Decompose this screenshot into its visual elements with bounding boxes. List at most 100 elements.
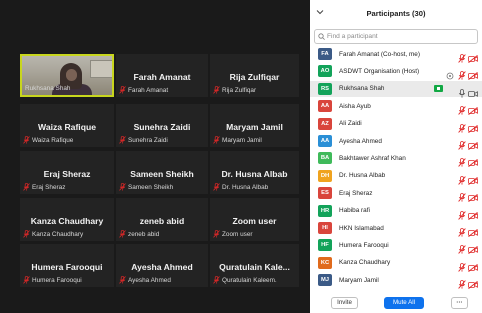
participant-name: Maryam Jamil bbox=[339, 276, 379, 284]
camera-off-icon[interactable] bbox=[468, 137, 478, 150]
camera-off-icon[interactable] bbox=[468, 120, 478, 133]
participant-row[interactable]: AZ Ali Zaidi bbox=[310, 116, 482, 133]
recording-icon bbox=[446, 67, 454, 80]
mic-muted-icon bbox=[119, 86, 126, 94]
tile-display-name: zeneb abid bbox=[139, 216, 185, 226]
video-tile[interactable]: Maryam Jamil Maryam Jamil bbox=[210, 104, 299, 147]
participant-name: Ayesha Ahmed bbox=[339, 137, 382, 145]
tile-name-text: Rija Zulfiqar bbox=[222, 86, 257, 94]
tile-name-label: Farah Amanat bbox=[119, 86, 206, 94]
mic-muted-icon bbox=[23, 230, 30, 238]
avatar: DH bbox=[318, 169, 332, 182]
video-tile[interactable]: Zoom user Zoom user bbox=[210, 198, 299, 241]
video-tile[interactable]: Sunehra Zaidi Sunehra Zaidi bbox=[116, 104, 208, 147]
camera-off-icon[interactable] bbox=[468, 172, 478, 185]
video-tile[interactable]: Dr. Husna Albab Dr. Husna Albab bbox=[210, 151, 299, 194]
participant-row[interactable]: RS Rukhsana Shah bbox=[310, 80, 482, 98]
avatar: AA bbox=[318, 100, 332, 113]
tile-name-label: zeneb abid bbox=[119, 230, 206, 238]
participants-title: Participants (30) bbox=[366, 9, 426, 18]
video-tile[interactable]: Farah Amanat Farah Amanat bbox=[116, 54, 208, 97]
video-tile[interactable]: Kanza Chaudhary Kanza Chaudhary bbox=[20, 198, 114, 241]
camera-off-icon[interactable] bbox=[468, 154, 478, 168]
camera-off-icon[interactable] bbox=[468, 259, 478, 272]
participant-row[interactable]: HI HKN Islamabad bbox=[310, 220, 482, 237]
mic-muted-icon[interactable] bbox=[458, 50, 466, 63]
tile-name-label: Rukhsana Shah bbox=[25, 85, 110, 92]
video-tile[interactable]: Rija Zulfiqar Rija Zulfiqar bbox=[210, 54, 299, 97]
mic-muted-icon bbox=[213, 136, 220, 144]
tile-name-text: Farah Amanat bbox=[128, 86, 169, 94]
tile-name-label: Eraj Sheraz bbox=[23, 183, 112, 191]
tile-name-text: Kanza Chaudhary bbox=[32, 230, 84, 238]
mic-muted-icon[interactable] bbox=[458, 276, 466, 289]
participant-row[interactable]: BA Bakhtawer Ashraf Khan bbox=[310, 150, 482, 168]
tile-name-label: Dr. Husna Albab bbox=[213, 183, 297, 191]
participant-row[interactable]: KC Kanza Chaudhary bbox=[310, 255, 482, 272]
mic-muted-icon bbox=[119, 230, 126, 238]
camera-off-icon[interactable] bbox=[468, 102, 478, 116]
participant-row[interactable]: AA Aisha Ayub bbox=[310, 98, 482, 116]
avatar: RS bbox=[318, 82, 332, 95]
tile-name-label: Waiza Rafique bbox=[23, 136, 112, 144]
tile-display-name: Sameen Sheikh bbox=[130, 169, 194, 179]
mic-icon[interactable] bbox=[458, 85, 466, 98]
tile-name-text: Rukhsana Shah bbox=[25, 85, 71, 92]
participants-panel: Participants (30) FA Farah Amanat (Co-hos… bbox=[310, 0, 482, 313]
participants-footer: Invite Mute All ··· bbox=[310, 292, 482, 313]
tile-name-label: Kanza Chaudhary bbox=[23, 230, 112, 238]
search-input[interactable] bbox=[327, 33, 472, 40]
camera-off-icon[interactable] bbox=[468, 50, 478, 63]
video-tile[interactable]: Humera Farooqui Humera Farooqui bbox=[20, 244, 114, 287]
tile-display-name: Quratulain Kale... bbox=[219, 262, 290, 272]
mic-muted-icon[interactable] bbox=[458, 172, 466, 185]
camera-off-icon[interactable] bbox=[468, 67, 478, 81]
participant-row[interactable]: MJ Maryam Jamil bbox=[310, 272, 482, 289]
video-tile[interactable]: Waiza Rafique Waiza Rafique bbox=[20, 104, 114, 147]
mute-all-button[interactable]: Mute All bbox=[384, 297, 424, 309]
mic-muted-icon bbox=[213, 86, 220, 94]
mic-muted-icon[interactable] bbox=[458, 189, 466, 202]
tile-name-text: Ayesha Ahmed bbox=[128, 276, 171, 284]
camera-off-icon[interactable] bbox=[468, 276, 478, 289]
participant-row[interactable]: AO ASDWT Organisation (Host) bbox=[310, 63, 482, 81]
participant-row[interactable]: HR Habiba rafi bbox=[310, 203, 482, 220]
camera-off-icon[interactable] bbox=[468, 224, 478, 237]
avatar: FA bbox=[318, 48, 332, 60]
tile-display-name: Farah Amanat bbox=[133, 72, 191, 82]
camera-off-icon[interactable] bbox=[468, 241, 478, 255]
mic-muted-icon[interactable] bbox=[458, 241, 466, 255]
video-tile[interactable]: Sameen Sheikh Sameen Sheikh bbox=[116, 151, 208, 194]
invite-button[interactable]: Invite bbox=[331, 297, 358, 309]
tile-display-name: Maryam Jamil bbox=[226, 122, 283, 132]
video-tile[interactable]: Quratulain Kale... Quratulain Kaleem. bbox=[210, 244, 299, 287]
mic-muted-icon bbox=[213, 276, 220, 284]
video-tile[interactable]: Rukhsana Shah bbox=[20, 54, 114, 97]
participant-row[interactable]: HF Humera Farooqui bbox=[310, 237, 482, 255]
mic-muted-icon[interactable] bbox=[458, 120, 466, 133]
participant-row[interactable]: DH Dr. Husna Albab bbox=[310, 168, 482, 185]
mic-muted-icon[interactable] bbox=[458, 154, 466, 168]
video-tile[interactable]: zeneb abid zeneb abid bbox=[116, 198, 208, 241]
video-tile[interactable]: Eraj Sheraz Eraj Sheraz bbox=[20, 151, 114, 194]
avatar: HI bbox=[318, 222, 332, 234]
participant-row[interactable]: FA Farah Amanat (Co-host, me) bbox=[310, 46, 482, 63]
mic-muted-icon bbox=[119, 276, 126, 284]
mic-muted-icon[interactable] bbox=[458, 259, 466, 272]
more-options-button[interactable]: ··· bbox=[451, 297, 468, 309]
mic-muted-icon[interactable] bbox=[458, 102, 466, 115]
mic-muted-icon[interactable] bbox=[458, 224, 466, 237]
video-tile[interactable]: Ayesha Ahmed Ayesha Ahmed bbox=[116, 244, 208, 287]
camera-off-icon[interactable] bbox=[468, 189, 478, 203]
mic-muted-icon[interactable] bbox=[458, 207, 466, 220]
participant-row[interactable]: AA Ayesha Ahmed bbox=[310, 133, 482, 150]
participant-search[interactable] bbox=[314, 29, 478, 44]
camera-icon[interactable] bbox=[468, 85, 478, 97]
mic-muted-icon[interactable] bbox=[458, 137, 466, 150]
video-gallery: Rukhsana Shah Farah Amanat Farah Amanat Rij… bbox=[0, 0, 310, 313]
mic-muted-icon bbox=[213, 230, 220, 238]
participants-header: Participants (30) bbox=[310, 0, 482, 26]
participant-row[interactable]: ES Eraj Sheraz bbox=[310, 185, 482, 203]
mic-muted-icon[interactable] bbox=[458, 67, 466, 81]
camera-off-icon[interactable] bbox=[468, 207, 478, 220]
